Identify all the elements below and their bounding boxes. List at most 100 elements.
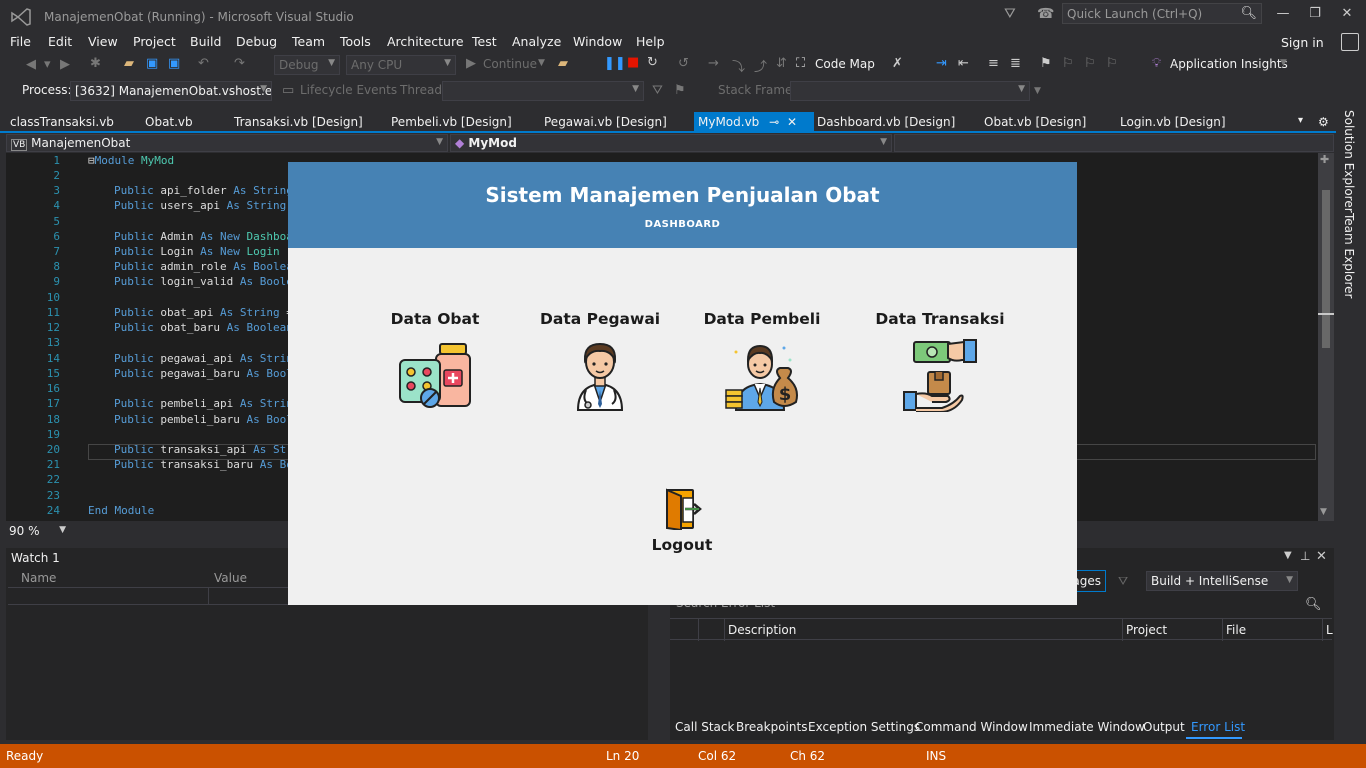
close-icon[interactable]: ✕ bbox=[787, 115, 797, 129]
panel-options-icon[interactable]: ▼ bbox=[1284, 550, 1292, 561]
menu-test[interactable]: Test bbox=[472, 34, 497, 49]
menu-view[interactable]: View bbox=[88, 34, 118, 49]
menu-data-transaksi[interactable]: Data Transaksi bbox=[872, 310, 1008, 412]
redo-icon[interactable]: ↷ bbox=[234, 56, 245, 71]
pin-icon[interactable]: ⊸ bbox=[769, 115, 779, 129]
clear-bookmarks-icon[interactable]: ⚐ bbox=[1106, 56, 1118, 71]
tab-mymod-vb[interactable]: MyMod.vb ⊸ ✕ bbox=[694, 112, 814, 132]
step-out-icon[interactable]: ⤴ bbox=[754, 56, 767, 75]
comment-icon[interactable]: ≡ bbox=[988, 56, 999, 71]
tab-obat-design[interactable]: Obat.vb [Design] bbox=[984, 112, 1086, 132]
tab-transaksi-design[interactable]: Transaksi.vb [Design] bbox=[234, 112, 363, 132]
settings-icon[interactable]: ⚙ bbox=[1318, 112, 1329, 132]
undo-icon[interactable]: ↶ bbox=[198, 56, 209, 71]
tab-call-stack[interactable]: Call Stack bbox=[675, 720, 734, 734]
scroll-down-icon[interactable]: ▼ bbox=[1320, 507, 1327, 517]
menu-debug[interactable]: Debug bbox=[236, 34, 277, 49]
sign-in-link[interactable]: Sign in bbox=[1281, 35, 1324, 50]
editor-scroll-thumb[interactable] bbox=[1322, 190, 1330, 348]
menu-architecture[interactable]: Architecture bbox=[387, 34, 464, 49]
split-window-icon[interactable]: ✚ bbox=[1320, 153, 1329, 166]
close-icon[interactable]: ✕ bbox=[1316, 549, 1327, 564]
menu-data-pembeli[interactable]: Data Pembeli $ bbox=[702, 310, 822, 412]
notification-filter-icon[interactable]: ⛛ bbox=[1004, 6, 1016, 22]
new-project-icon[interactable]: ✱ bbox=[90, 56, 101, 71]
stop-debugging-icon[interactable]: ■ bbox=[627, 55, 639, 70]
solution-configuration-select[interactable]: Debug ▼ bbox=[274, 55, 340, 75]
solution-platform-select[interactable]: Any CPU ▼ bbox=[346, 55, 456, 75]
menu-file[interactable]: File bbox=[10, 34, 31, 49]
project-column[interactable]: Project bbox=[1126, 623, 1167, 637]
tab-command-window[interactable]: Command Window bbox=[915, 720, 1028, 734]
project-select[interactable]: VB ManajemenObat ▼ bbox=[6, 134, 448, 152]
filter-icon[interactable]: ⛛ bbox=[652, 83, 663, 98]
team-explorer-tab[interactable]: Team Explorer bbox=[1342, 213, 1356, 299]
continue-icon[interactable]: ▶ bbox=[466, 56, 476, 71]
step-over-icon[interactable]: ⤵ bbox=[732, 56, 745, 75]
code-map-button[interactable]: Code Map bbox=[815, 57, 875, 71]
continue-button[interactable]: Continue bbox=[483, 57, 537, 71]
menu-team[interactable]: Team bbox=[292, 34, 325, 49]
tab-classtransaksi[interactable]: classTransaksi.vb bbox=[10, 112, 114, 132]
lifecycle-events-icon[interactable]: ▭ bbox=[282, 83, 294, 98]
tab-login-design[interactable]: Login.vb [Design] bbox=[1120, 112, 1226, 132]
tab-pegawai-design[interactable]: Pegawai.vb [Design] bbox=[544, 112, 667, 132]
bookmark-icon[interactable]: ⚑ bbox=[1040, 56, 1052, 71]
watch-name-column[interactable]: Name bbox=[21, 571, 56, 585]
hex-display-icon[interactable]: ⇵ bbox=[776, 56, 787, 71]
menu-tools[interactable]: Tools bbox=[340, 34, 371, 49]
menu-build[interactable]: Build bbox=[190, 34, 221, 49]
toolbar-options-icon[interactable]: ▼ bbox=[1034, 86, 1041, 96]
tab-list-dropdown-icon[interactable]: ▾ bbox=[1298, 112, 1303, 132]
save-icon[interactable]: ▣ bbox=[146, 56, 158, 71]
process-select[interactable]: [3632] ManajemenObat.vshost.exe ▼ bbox=[70, 81, 272, 101]
menu-edit[interactable]: Edit bbox=[48, 34, 72, 49]
menu-help[interactable]: Help bbox=[636, 34, 665, 49]
quick-launch-input[interactable]: Quick Launch (Ctrl+Q) 🔍︎ bbox=[1062, 3, 1262, 24]
minimize-button[interactable]: — bbox=[1268, 6, 1298, 21]
show-next-statement-icon[interactable]: ↺ bbox=[678, 56, 689, 71]
member-select[interactable] bbox=[894, 134, 1334, 152]
solution-explorer-tab[interactable]: Solution Explorer bbox=[1342, 110, 1356, 213]
build-intellisense-select[interactable]: Build + IntelliSense ▼ bbox=[1146, 571, 1298, 591]
logout-button[interactable]: Logout bbox=[640, 488, 724, 554]
file-column[interactable]: File bbox=[1226, 623, 1246, 637]
next-bookmark-icon[interactable]: ⚐ bbox=[1084, 56, 1096, 71]
save-all-icon[interactable]: ▣ bbox=[168, 56, 180, 71]
navigate-forward-icon[interactable]: ▶ bbox=[60, 57, 70, 72]
indent-icon[interactable]: ⇥ bbox=[936, 56, 947, 71]
open-file-icon[interactable]: ▰ bbox=[124, 56, 134, 71]
lightbulb-icon[interactable]: 💡︎ bbox=[1152, 56, 1161, 71]
pin-icon[interactable]: ⊥ bbox=[1300, 549, 1310, 563]
filter-icon[interactable]: ⛛ bbox=[1118, 574, 1128, 589]
tab-pembeli-design[interactable]: Pembeli.vb [Design] bbox=[391, 112, 512, 132]
zoom-level-select[interactable]: 90 % ▼ bbox=[6, 523, 68, 539]
process-debug-icon[interactable]: ▰ bbox=[558, 56, 568, 71]
menu-analyze[interactable]: Analyze bbox=[512, 34, 561, 49]
menu-data-pegawai[interactable]: Data Pegawai bbox=[540, 310, 660, 412]
feedback-icon[interactable]: ☎ bbox=[1037, 6, 1054, 22]
account-icon[interactable] bbox=[1341, 33, 1359, 51]
restore-button[interactable]: ❐ bbox=[1300, 6, 1330, 21]
type-select[interactable]: ◆ MyMod ▼ bbox=[450, 134, 892, 152]
code-map-icon[interactable]: ⛶ bbox=[796, 56, 805, 71]
step-into-icon[interactable]: → bbox=[708, 56, 719, 71]
tab-error-list[interactable]: Error List bbox=[1191, 720, 1245, 734]
break-all-icon[interactable]: ❚❚ bbox=[604, 56, 626, 71]
tab-exception-settings[interactable]: Exception Settings bbox=[808, 720, 920, 734]
restart-icon[interactable]: ↻ bbox=[647, 55, 658, 70]
diagnostics-icon[interactable]: ✗ bbox=[892, 56, 903, 71]
description-column[interactable]: Description bbox=[728, 623, 796, 637]
uncomment-icon[interactable]: ≣ bbox=[1010, 56, 1021, 71]
watch-value-column[interactable]: Value bbox=[214, 571, 247, 585]
chevron-down-icon[interactable]: ▼ bbox=[538, 58, 545, 68]
menu-project[interactable]: Project bbox=[133, 34, 176, 49]
chevron-down-icon[interactable]: ▾ bbox=[44, 57, 51, 72]
menu-window[interactable]: Window bbox=[573, 34, 622, 49]
thread-select[interactable]: ▼ bbox=[442, 81, 644, 101]
stack-frame-select[interactable]: ▼ bbox=[790, 81, 1030, 101]
search-icon[interactable]: 🔍︎ bbox=[1305, 597, 1322, 612]
tab-obat-vb[interactable]: Obat.vb bbox=[145, 112, 193, 132]
prev-bookmark-icon[interactable]: ⚐ bbox=[1062, 56, 1074, 71]
line-column[interactable]: L bbox=[1326, 623, 1333, 637]
